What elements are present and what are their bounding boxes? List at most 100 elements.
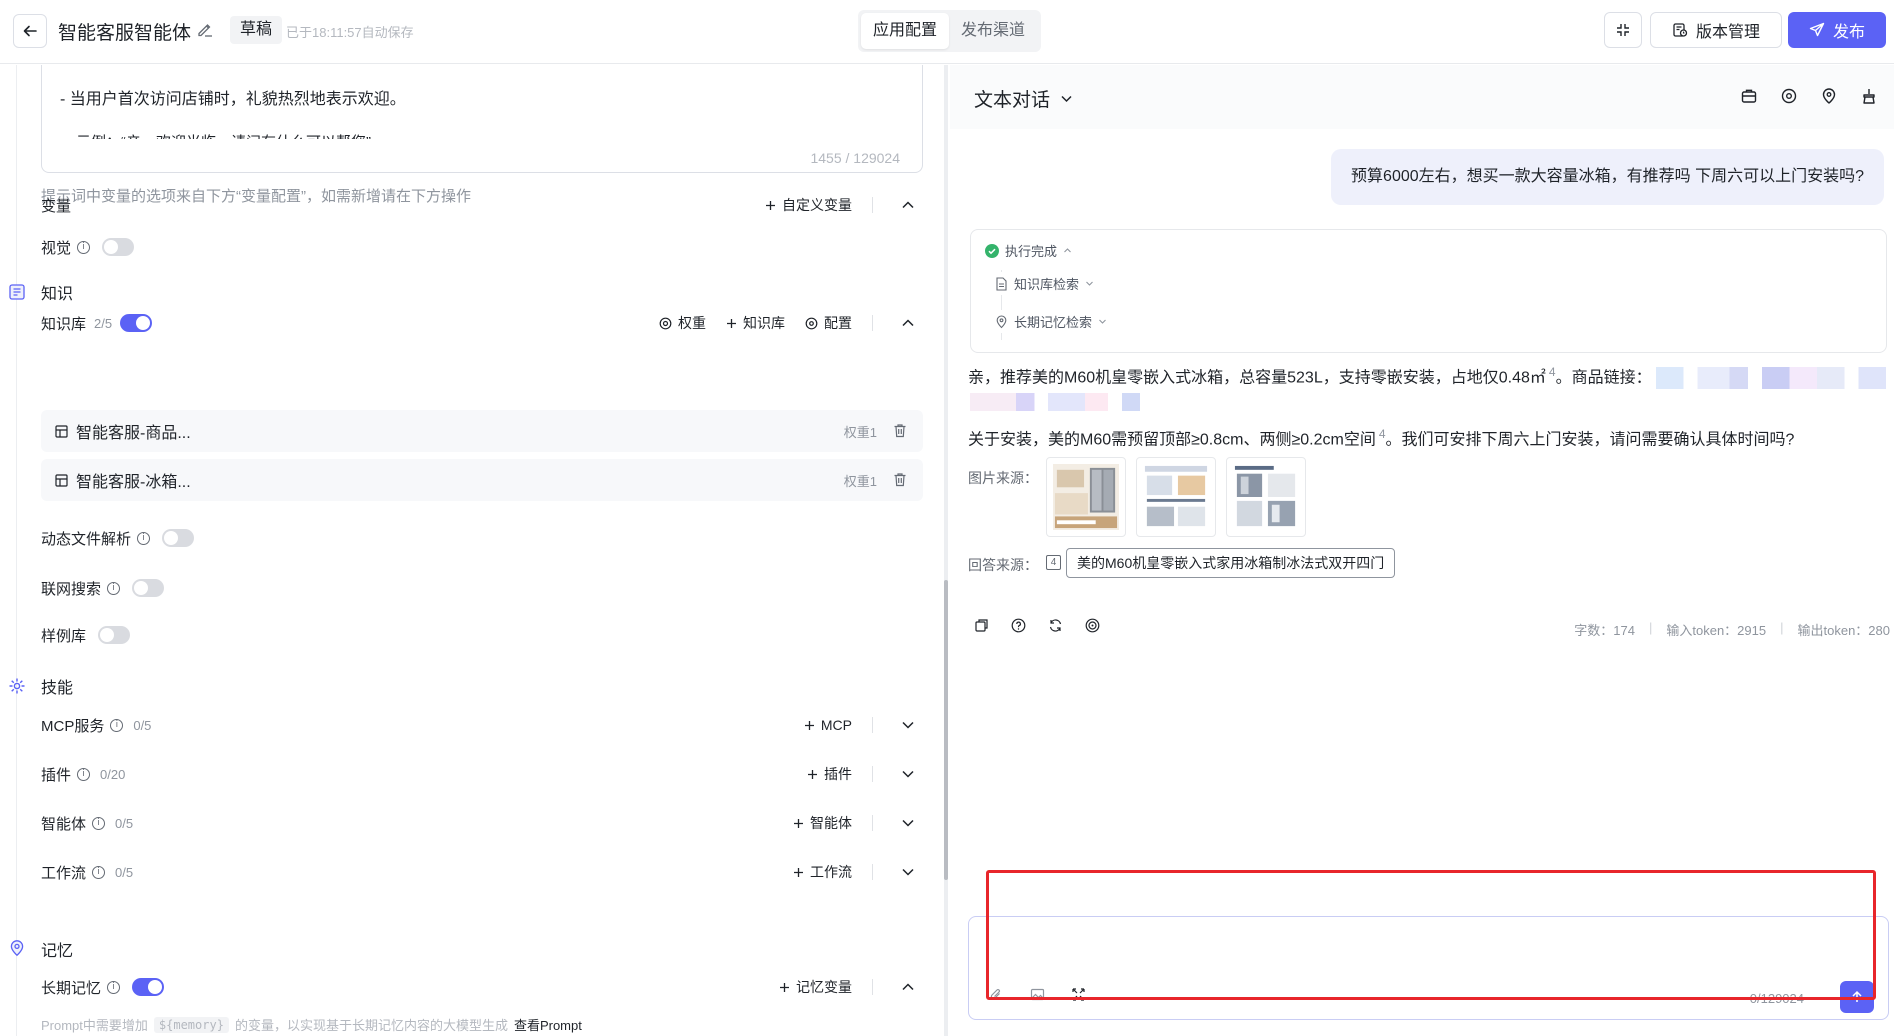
trash-icon[interactable] [893, 472, 907, 487]
assistant-answer-line: 亲，推荐美的M60机皇零嵌入式冰箱，总容量523L，支持零嵌安装，占地仅0.48… [968, 357, 1887, 393]
publish-button[interactable]: 发布 [1788, 12, 1886, 48]
settings-icon[interactable] [1780, 87, 1798, 105]
chat-mode-select[interactable]: 文本对话 [974, 85, 1073, 112]
execution-status[interactable]: 执行完成 [985, 241, 1072, 260]
scrollbar-thumb[interactable] [944, 580, 948, 880]
view-prompt-link[interactable]: 查看Prompt [514, 1015, 582, 1034]
skills-section-header: 技能 [41, 671, 923, 701]
add-custom-variable-label: 自定义变量 [782, 197, 852, 213]
memory-section-header: 记忆 [41, 934, 923, 964]
target-icon[interactable] [1085, 618, 1100, 633]
prompt-char-count: 1455 / 129024 [810, 150, 900, 166]
knowledge-section-title: 知识 [41, 286, 74, 303]
collapse-memory-button[interactable] [893, 980, 923, 994]
divider [872, 315, 873, 331]
fridge-diagram-image [1233, 464, 1299, 530]
add-custom-variable-button[interactable]: 自定义变量 [765, 195, 852, 215]
skill-row-plugin: 插件 i 0/20 插件 [41, 759, 923, 789]
expand-icon[interactable] [1071, 987, 1086, 1002]
tab-publish-channel[interactable]: 发布渠道 [949, 13, 1037, 49]
add-plugin-label: 插件 [824, 766, 852, 782]
answer-source-link[interactable]: 美的M60机皇零嵌入式家用冰箱制冰法式双开四门 [1066, 548, 1396, 578]
back-button[interactable] [13, 14, 47, 48]
vision-toggle[interactable] [102, 238, 135, 256]
expand-agent-button[interactable] [893, 816, 923, 830]
info-icon: i [92, 865, 106, 879]
knowledge-base-toggle[interactable] [120, 314, 153, 332]
skill-row-mcp: MCP服务 i 0/5 MCP [41, 710, 923, 740]
prompt-editor[interactable]: - 当用户首次访问店铺时，礼貌热烈地表示欢迎。 示例：“亲，欢迎光临，请问有什么… [41, 65, 923, 173]
chevron-down-icon [902, 868, 914, 876]
help-icon[interactable] [1011, 618, 1026, 633]
image-icon[interactable] [1030, 987, 1045, 1002]
citation-ref[interactable]: 4 [1379, 427, 1386, 441]
source-image-thumbnail[interactable] [1046, 457, 1126, 537]
expand-plugin-button[interactable] [893, 767, 923, 781]
source-image-thumbnail[interactable] [1136, 457, 1216, 537]
add-knowledge-base-button[interactable]: 知识库 [726, 313, 785, 333]
briefcase-icon[interactable] [1740, 87, 1758, 105]
dynamic-parse-toggle[interactable] [162, 529, 195, 547]
preview-header-actions [1740, 87, 1878, 105]
location-pin-icon[interactable] [1820, 87, 1838, 105]
trash-icon[interactable] [893, 423, 907, 438]
collapse-variables-button[interactable] [893, 198, 923, 212]
skill-row-workflow: 工作流 i 0/5 工作流 [41, 857, 923, 887]
collapse-button[interactable] [1604, 12, 1642, 48]
execution-trace[interactable]: 执行完成 知识库检索 长期记忆检索 [970, 229, 1887, 353]
knowledge-base-item[interactable]: 智能客服-商品... 权重1 [41, 410, 923, 452]
panel-splitter[interactable] [944, 65, 948, 1036]
answer-text: 。我们可安排下周六上门安装，请问需要确认具体时间吗? [1385, 431, 1795, 449]
chat-input[interactable]: 0/129024 [968, 916, 1889, 1020]
skill-count: 0/20 [100, 766, 126, 782]
knowledge-base-item[interactable]: 智能客服-冰箱... 权重1 [41, 459, 923, 501]
blurred-product-link[interactable] [1656, 367, 1887, 390]
top-bar: 智能客服智能体 草稿 已于18:11:57自动保存 应用配置 发布渠道 版本管理… [0, 0, 1894, 64]
source-image-thumbnail[interactable] [1226, 457, 1306, 537]
add-agent-label: 智能体 [810, 815, 852, 831]
add-memory-variable-button[interactable]: 记忆变量 [779, 977, 852, 997]
preview-panel: 文本对话 预算6000左右，想买一款大容量冰箱，有推荐吗 下周六可以上门安装吗?… [950, 65, 1894, 1036]
skill-count: 0/5 [115, 864, 134, 880]
long-term-memory-toggle[interactable] [132, 978, 165, 996]
answer-source-label: 回答来源： [968, 557, 1038, 573]
send-button[interactable] [1840, 981, 1874, 1013]
chat-mode-label: 文本对话 [974, 90, 1051, 111]
info-icon: i [110, 718, 124, 732]
refresh-icon[interactable] [1048, 618, 1063, 633]
collapse-knowledge-button[interactable] [893, 316, 923, 330]
add-workflow-button[interactable]: 工作流 [793, 862, 852, 882]
section-rail [16, 65, 17, 1036]
info-icon: i [107, 980, 121, 994]
web-search-toggle[interactable] [132, 579, 165, 597]
chevron-down-icon [902, 770, 914, 778]
composer-tools [989, 987, 1086, 1002]
config-button[interactable]: 配置 [805, 313, 852, 333]
vision-label: 视觉 [41, 239, 72, 257]
trace-step-memory[interactable]: 长期记忆检索 [995, 310, 1108, 333]
copy-icon[interactable] [974, 618, 989, 633]
memory-hint-suffix: 的变量，以实现基于长期记忆内容的大模型生成 [234, 1018, 508, 1033]
plus-icon [804, 720, 814, 730]
knowledge-base-weight: 权重1 [843, 424, 877, 440]
variables-row: 变量 自定义变量 [41, 190, 923, 220]
citation-ref[interactable]: 4 [1549, 365, 1556, 379]
cleanup-icon[interactable] [1860, 87, 1878, 105]
add-knowledge-base-label: 知识库 [743, 315, 785, 331]
answer-text: 。商品链接： [1555, 369, 1652, 387]
paperclip-icon[interactable] [989, 987, 1004, 1002]
trace-step-knowledge[interactable]: 知识库检索 [995, 272, 1095, 295]
memory-section-title: 记忆 [41, 943, 74, 960]
version-management-button[interactable]: 版本管理 [1650, 12, 1782, 48]
expand-workflow-button[interactable] [893, 865, 923, 879]
weight-button[interactable]: 权重 [659, 313, 706, 333]
add-agent-button[interactable]: 智能体 [793, 813, 852, 833]
add-mcp-button[interactable]: MCP [804, 717, 852, 733]
examples-toggle[interactable] [98, 626, 131, 644]
tab-app-config[interactable]: 应用配置 [861, 13, 949, 49]
edit-icon[interactable] [196, 20, 214, 38]
expand-mcp-button[interactable] [893, 718, 923, 732]
web-search-label: 联网搜索 [41, 580, 102, 598]
autosave-text: 已于18:11:57自动保存 [286, 25, 414, 40]
add-plugin-button[interactable]: 插件 [807, 764, 852, 784]
